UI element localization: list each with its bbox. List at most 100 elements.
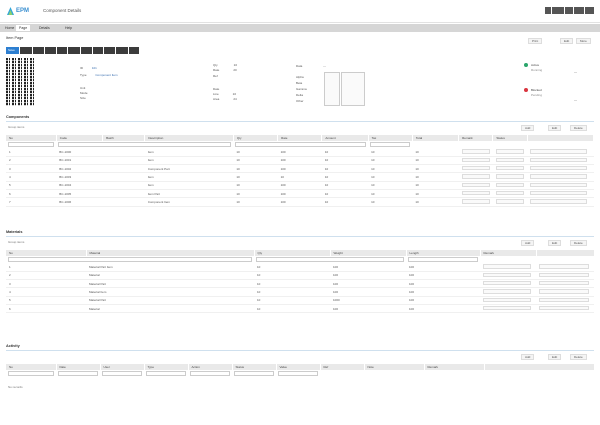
page-title: Item Page [6, 36, 24, 40]
status-blocked-icon [524, 88, 528, 92]
extra-cell[interactable] [530, 157, 588, 163]
table-row[interactable]: 7 BC-1006 Component Item 10 100 10 10 10 [6, 197, 594, 207]
filter-input[interactable] [102, 371, 142, 376]
table-row[interactable]: 1 BC-1000 Item 10 100 10 10 10 [6, 148, 594, 157]
table-row[interactable]: 5 BC-1004 Item 10 100 10 10 10 [6, 181, 594, 191]
tab-page[interactable]: Page [16, 25, 31, 31]
toolbar-button[interactable] [104, 47, 115, 54]
table-row[interactable]: 6 BC-1005 Item Part 10 100 10 10 10 [6, 189, 594, 199]
toolbar-button[interactable] [68, 47, 80, 54]
delete-button[interactable]: Delete [570, 240, 587, 246]
save-button[interactable]: Save [6, 47, 19, 54]
filter-input[interactable] [8, 257, 252, 262]
status-cell[interactable] [495, 157, 524, 163]
add-button[interactable]: Add [521, 125, 535, 131]
print-button[interactable]: Print [528, 38, 543, 44]
delete-button[interactable]: Delete [570, 354, 587, 360]
table-row[interactable]: 3 Material Part 10 100 100 [6, 279, 594, 289]
toolbar-button[interactable] [129, 47, 139, 54]
toolbar-button[interactable] [20, 47, 32, 54]
remark-cell[interactable] [461, 182, 490, 188]
status-cell[interactable] [495, 182, 524, 188]
extra-cell[interactable] [539, 289, 589, 294]
extra-cell[interactable] [539, 297, 589, 303]
filter-input[interactable] [256, 257, 404, 262]
edit-row-button[interactable]: Edit [548, 354, 562, 360]
toolbar-button[interactable] [45, 47, 56, 54]
edit-row-button[interactable]: Edit [548, 125, 562, 131]
extra-cell[interactable] [539, 280, 589, 286]
toolbar-button[interactable] [93, 47, 103, 54]
edit-button[interactable]: Edit [560, 38, 574, 44]
remark-cell[interactable] [483, 289, 531, 294]
tab-details[interactable]: Details [36, 25, 53, 31]
add-button[interactable]: Add [521, 354, 535, 360]
filter-input[interactable] [408, 257, 478, 262]
status-cell[interactable] [495, 174, 524, 179]
data-grid-box[interactable] [324, 72, 340, 106]
extra-cell[interactable] [530, 149, 588, 154]
header-actions [545, 7, 594, 14]
remark-cell[interactable] [483, 305, 531, 311]
header-action-icon[interactable] [565, 7, 573, 14]
table-row[interactable]: 1 Material Part Item 10 100 100 [6, 263, 594, 272]
toolbar-button[interactable] [81, 47, 92, 54]
toolbar-button[interactable] [116, 47, 128, 54]
extra-cell[interactable] [530, 174, 588, 179]
filter-input[interactable] [58, 371, 98, 376]
filter-input[interactable] [8, 142, 55, 147]
extra-cell[interactable] [539, 264, 589, 269]
filter-input[interactable] [58, 142, 232, 147]
section-divider [6, 350, 594, 351]
tab-help[interactable]: Help [62, 25, 75, 31]
remark-cell[interactable] [461, 190, 490, 196]
status-cell[interactable] [495, 149, 524, 154]
filter-input[interactable] [235, 142, 367, 147]
status-cell[interactable] [495, 199, 524, 204]
remark-cell[interactable] [461, 165, 490, 171]
extra-cell[interactable] [530, 190, 588, 196]
table-row[interactable]: 3 BC-1002 Component Part 10 100 10 10 10 [6, 164, 594, 174]
header-action-icon[interactable] [585, 7, 594, 14]
filter-input[interactable] [234, 371, 274, 376]
filter-input[interactable] [8, 371, 54, 376]
header-action-icon[interactable] [552, 7, 564, 14]
remark-cell[interactable] [483, 264, 531, 269]
extra-cell[interactable] [539, 305, 589, 311]
table-row[interactable]: 2 Material 10 100 100 [6, 271, 594, 281]
filter-input[interactable] [146, 371, 186, 376]
status-cell[interactable] [495, 165, 524, 171]
extra-cell[interactable] [530, 182, 588, 188]
header-action-icon[interactable] [545, 7, 551, 14]
remark-cell[interactable] [483, 297, 531, 303]
status-cell[interactable] [495, 190, 524, 196]
toolbar-button[interactable] [33, 47, 44, 54]
remark-cell[interactable] [461, 199, 490, 204]
table-row[interactable]: 2 BC-1001 Item 10 100 10 10 10 [6, 156, 594, 166]
add-button[interactable]: Add [521, 240, 535, 246]
table-row[interactable]: 5 Material Part 10 1000 100 [6, 296, 594, 306]
toolbar-button[interactable] [57, 47, 67, 54]
delete-button[interactable]: Delete [570, 125, 587, 131]
remark-cell[interactable] [483, 272, 531, 278]
header-action-icon[interactable] [574, 7, 584, 14]
remark-cell[interactable] [461, 157, 490, 163]
extra-cell[interactable] [539, 272, 589, 278]
filter-input[interactable] [278, 371, 318, 376]
more-button[interactable]: More [576, 38, 591, 44]
table-row[interactable]: 6 Material 10 100 100 [6, 304, 594, 314]
remark-cell[interactable] [461, 174, 490, 179]
filter-input[interactable] [190, 371, 230, 376]
table-row[interactable]: 4 BC-1003 Item 10 10 10 10 10 [6, 172, 594, 182]
activity-section-title: Activity [6, 344, 20, 348]
extra-cell[interactable] [530, 199, 588, 204]
filter-input[interactable] [370, 142, 411, 147]
table-row[interactable]: 4 Material Item 10 100 100 [6, 287, 594, 297]
components-section-title: Components [6, 115, 30, 119]
edit-row-button[interactable]: Edit [548, 240, 562, 246]
extra-cell[interactable] [530, 165, 588, 171]
app-logo[interactable]: EPM [6, 5, 36, 18]
data-grid-box[interactable] [341, 72, 365, 106]
remark-cell[interactable] [461, 149, 490, 154]
remark-cell[interactable] [483, 280, 531, 286]
